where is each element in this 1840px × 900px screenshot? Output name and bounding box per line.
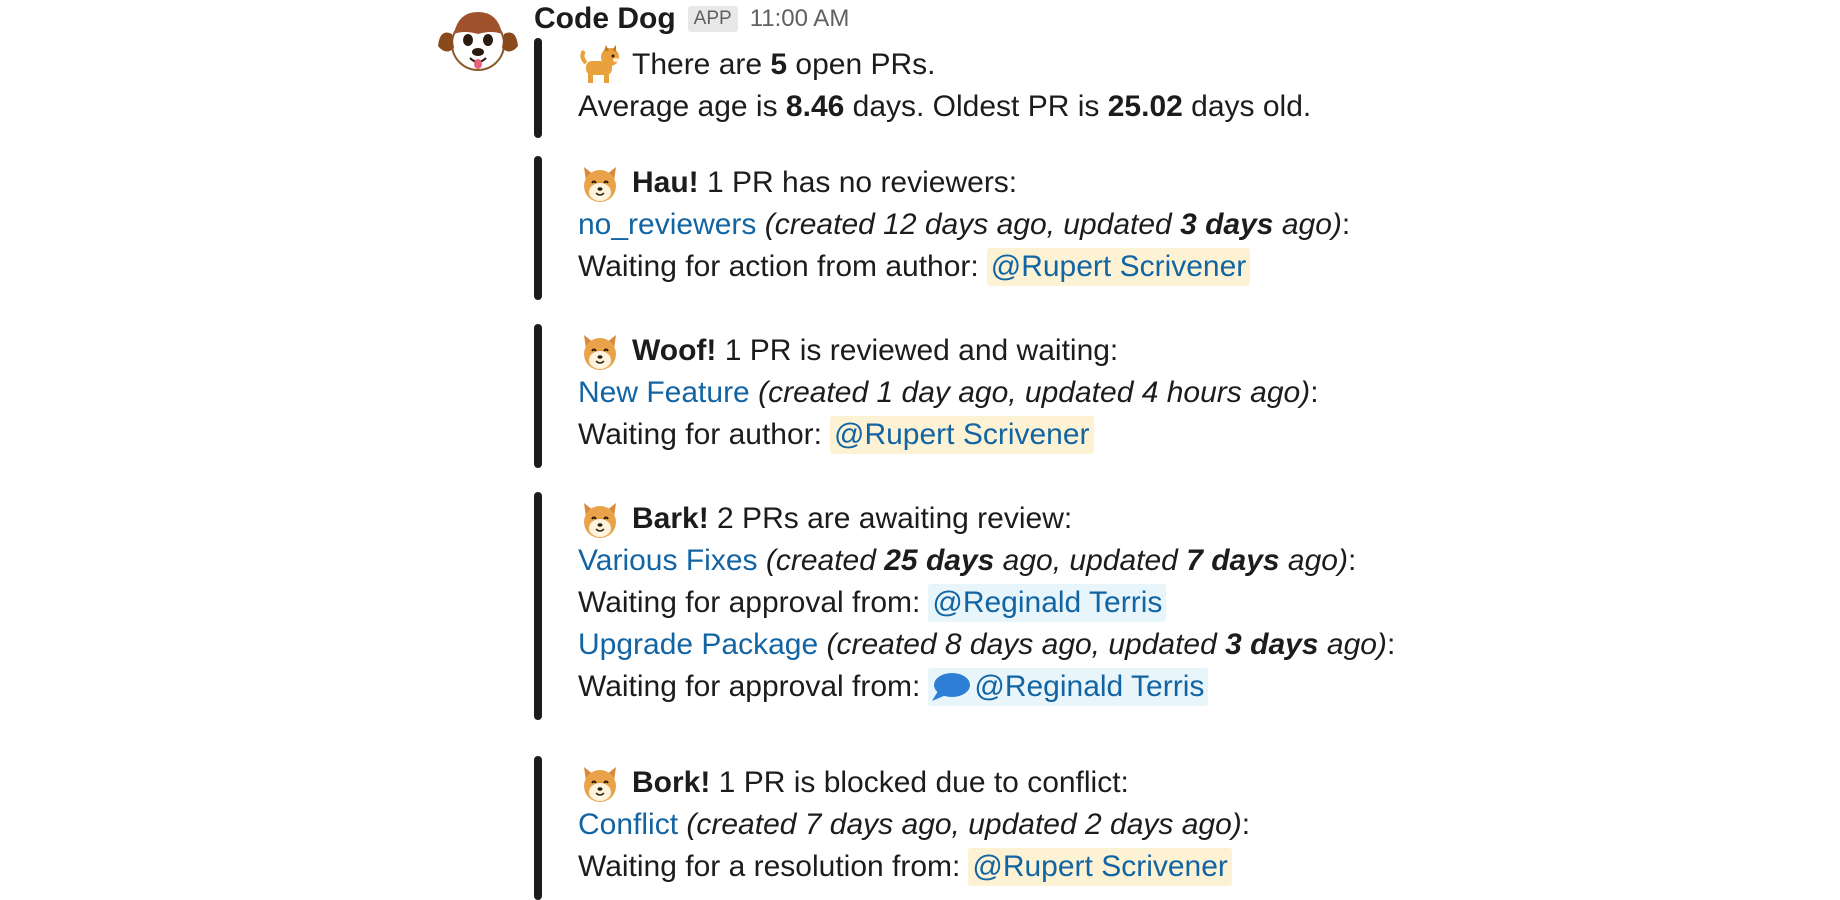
section-exclaim: Woof!	[632, 334, 717, 367]
user-mention[interactable]: @Rupert Scrivener	[830, 416, 1094, 454]
pr-colon: :	[1347, 544, 1357, 577]
pr-meta-mid: ago, updated	[994, 544, 1187, 577]
section-exclaim: Hau!	[632, 166, 699, 199]
section-heading: Hau! 1 PR has no reviewers:	[578, 162, 1017, 204]
pr-created: 7 days	[804, 808, 894, 841]
avg-prefix: Average age is	[578, 90, 786, 123]
pr-updated: 3 days	[1180, 208, 1274, 241]
pr-updated: 3 days	[1225, 628, 1319, 661]
pr-line: Upgrade Package (created 8 days ago, upd…	[578, 624, 1395, 666]
shiba-face-emoji-icon	[584, 767, 616, 802]
pr-line: Various Fixes (created 25 days ago, upda…	[578, 540, 1356, 582]
pr-meta-close: ago)	[1273, 208, 1342, 241]
section-heading: Bark! 2 PRs are awaiting review:	[578, 498, 1072, 540]
avg-suffix: days old.	[1182, 90, 1312, 123]
avg-mid: days. Oldest PR is	[844, 90, 1108, 123]
message-header: Code Dog APP 11:00 AM	[534, 0, 849, 38]
user-mention[interactable]: @Rupert Scrivener	[986, 248, 1251, 286]
sender-name[interactable]: Code Dog	[534, 2, 676, 36]
section-text: 1 PR has no reviewers:	[698, 166, 1018, 199]
pr-updated: 2 days	[1085, 808, 1174, 841]
pr-meta-mid: ago, updated	[1033, 628, 1226, 661]
section-exclaim: Bork!	[632, 766, 711, 799]
bot-message: Code Dog APP 11:00 AM There are 5 open P…	[0, 0, 1840, 900]
attachment-blocked-conflict: Bork! 1 PR is blocked due to conflict: C…	[534, 756, 1250, 900]
attachment-awaiting-review: Bark! 2 PRs are awaiting review: Various…	[534, 492, 1395, 720]
pr-created: 1 day	[876, 376, 950, 409]
waiting-line: Waiting for author: @Rupert Scrivener	[578, 414, 1094, 456]
pr-meta-close: ago)	[1279, 544, 1348, 577]
oldest-pr-value: 25.02	[1107, 90, 1183, 123]
pr-line: Conflict (created 7 days ago, updated 2 …	[578, 804, 1250, 846]
pr-link[interactable]: Various Fixes	[578, 540, 758, 582]
user-mention[interactable]: @Rupert Scrivener	[968, 848, 1232, 886]
pr-colon: :	[1310, 376, 1319, 409]
waiting-label: Waiting for author:	[578, 418, 822, 451]
shiba-face-emoji-icon	[584, 503, 616, 538]
section-heading: Woof! 1 PR is reviewed and waiting:	[578, 330, 1118, 372]
dog-avatar-icon[interactable]	[436, 4, 520, 74]
pr-meta-close: ago)	[1318, 628, 1387, 661]
section-text: 2 PRs are awaiting review:	[708, 502, 1073, 535]
reviewer-mention: @Reginald Terris	[974, 670, 1205, 703]
pr-meta-close: ago)	[1241, 376, 1311, 409]
pr-created: 8 days	[944, 628, 1034, 661]
pr-meta-open: (created	[756, 208, 884, 241]
average-age-value: 8.46	[785, 90, 845, 123]
pr-updated: 4 hours	[1141, 376, 1242, 409]
pr-meta-open: (created	[818, 628, 945, 661]
waiting-label: Waiting for action from author:	[578, 250, 979, 283]
waiting-label: Waiting for a resolution from:	[578, 850, 961, 883]
dog-emoji-icon	[580, 45, 619, 83]
pr-meta-mid: ago, updated	[988, 208, 1181, 241]
pr-line: no_reviewers (created 12 days ago, updat…	[578, 204, 1350, 246]
pr-created: 12 days	[883, 208, 989, 241]
summary-prefix: There are	[632, 48, 771, 81]
pr-colon: :	[1241, 808, 1251, 841]
shiba-face-emoji-icon	[584, 335, 616, 370]
pr-meta-open: (created	[757, 544, 885, 577]
pr-link[interactable]: no_reviewers	[578, 204, 756, 246]
app-badge: APP	[687, 6, 738, 32]
pr-link[interactable]: New Feature	[578, 372, 750, 414]
attachment-summary: There are 5 open PRs. Average age is 8.4…	[534, 38, 1311, 138]
pr-colon: :	[1341, 208, 1351, 241]
section-text: 1 PR is reviewed and waiting:	[716, 334, 1119, 367]
section-text: 1 PR is blocked due to conflict:	[710, 766, 1129, 799]
pr-line: New Feature (created 1 day ago, updated …	[578, 372, 1319, 414]
speech-bubble-icon	[932, 673, 971, 701]
pr-link[interactable]: Upgrade Package	[578, 624, 818, 666]
attachment-no-reviewers: Hau! 1 PR has no reviewers: no_reviewers…	[534, 156, 1350, 300]
pr-link[interactable]: Conflict	[578, 804, 678, 846]
section-exclaim: Bark!	[632, 502, 709, 535]
shiba-face-emoji-icon	[584, 167, 616, 202]
waiting-line: Waiting for a resolution from: @Rupert Sc…	[578, 846, 1232, 888]
attachment-reviewed-waiting: Woof! 1 PR is reviewed and waiting: New …	[534, 324, 1319, 468]
waiting-label: Waiting for approval from:	[578, 586, 921, 619]
waiting-line: Waiting for action from author: @Rupert S…	[578, 246, 1251, 288]
summary-suffix: open PRs.	[787, 48, 936, 81]
summary-line-2: Average age is 8.46 days. Oldest PR is 2…	[578, 86, 1311, 128]
pr-meta-open: (created	[749, 376, 877, 409]
open-pr-count: 5	[770, 48, 788, 81]
pr-updated: 7 days	[1186, 544, 1280, 577]
summary-line-1: There are 5 open PRs.	[578, 44, 936, 86]
waiting-label: Waiting for approval from:	[578, 670, 921, 703]
waiting-line: Waiting for approval from: @Reginald Ter…	[578, 666, 1209, 708]
pr-meta-mid: ago, updated	[949, 376, 1142, 409]
pr-meta-open: (created	[678, 808, 805, 841]
reviewer-mention[interactable]: @Reginald Terris	[928, 584, 1167, 622]
pr-meta-close: ago)	[1173, 808, 1242, 841]
pr-created: 25 days	[884, 544, 995, 577]
reviewer-mention-with-comment[interactable]: @Reginald Terris	[928, 668, 1209, 706]
pr-meta-mid: ago, updated	[893, 808, 1086, 841]
pr-colon: :	[1386, 628, 1396, 661]
section-heading: Bork! 1 PR is blocked due to conflict:	[578, 762, 1129, 804]
message-timestamp[interactable]: 11:00 AM	[750, 5, 850, 33]
waiting-line: Waiting for approval from: @Reginald Terr…	[578, 582, 1167, 624]
